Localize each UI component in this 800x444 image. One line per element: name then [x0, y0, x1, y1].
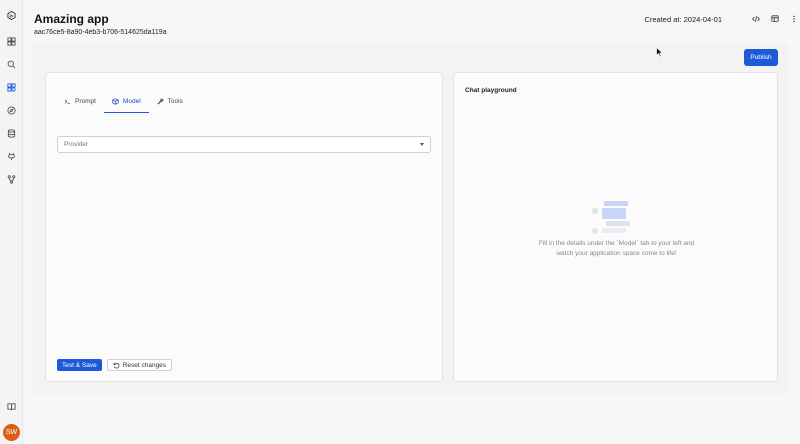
- page-header: Amazing app aac76ce5-8a90-4eb3-b706-5146…: [23, 0, 800, 44]
- apps-icon[interactable]: [4, 80, 18, 94]
- dashboard-icon[interactable]: [4, 34, 18, 48]
- settings-table-icon[interactable]: [768, 13, 782, 25]
- terminal-icon: [64, 98, 70, 104]
- main-content: Publish Prompt Model Tools Provider Test…: [33, 44, 789, 394]
- plugin-icon[interactable]: [4, 149, 18, 163]
- logo-icon[interactable]: [4, 8, 18, 22]
- mouse-cursor-icon: [656, 47, 664, 58]
- tab-model[interactable]: Model: [103, 91, 149, 113]
- tab-model-label: Model: [122, 97, 141, 105]
- reset-icon: [113, 362, 120, 368]
- tab-tools[interactable]: Tools: [149, 91, 191, 111]
- page-title: Amazing app: [34, 12, 109, 26]
- database-icon[interactable]: [4, 126, 18, 140]
- tab-prompt[interactable]: Prompt: [56, 91, 104, 111]
- tab-bar: Prompt Model Tools: [56, 91, 191, 113]
- wrench-icon: [157, 98, 163, 104]
- cube-icon: [112, 97, 119, 105]
- app-id: aac76ce5-8a90-4eb3-b706-514625da119a: [34, 29, 167, 36]
- provider-select[interactable]: Provider: [57, 136, 431, 153]
- chat-playground-title: Chat playground: [465, 87, 517, 94]
- chat-empty-message: Fill in the details under the `Model` ta…: [538, 240, 695, 257]
- tab-tools-label: Tools: [167, 97, 183, 105]
- search-icon[interactable]: [4, 57, 18, 71]
- chevron-down-icon: [420, 143, 424, 146]
- publish-button[interactable]: Publish: [744, 49, 778, 66]
- provider-placeholder: Provider: [64, 141, 89, 148]
- avatar[interactable]: SW: [3, 424, 20, 441]
- branch-icon[interactable]: [4, 172, 18, 186]
- compass-icon[interactable]: [4, 103, 18, 117]
- sidebar: SW: [0, 0, 23, 444]
- config-panel: Prompt Model Tools Provider Test & Save …: [45, 72, 443, 382]
- chat-illustration-icon: [592, 201, 630, 234]
- action-buttons: Test & Save Reset changes: [57, 359, 173, 371]
- test-save-button[interactable]: Test & Save: [57, 359, 102, 371]
- chat-playground-panel: Chat playground Fill in the details unde…: [453, 72, 778, 382]
- book-icon[interactable]: [4, 399, 18, 413]
- more-options-icon[interactable]: [787, 13, 800, 25]
- tab-prompt-label: Prompt: [75, 97, 96, 105]
- code-icon[interactable]: [749, 13, 763, 25]
- reset-changes-button[interactable]: Reset changes: [106, 359, 173, 371]
- created-date: Created at: 2024-04-01: [644, 15, 722, 24]
- reset-changes-label: Reset changes: [122, 361, 167, 369]
